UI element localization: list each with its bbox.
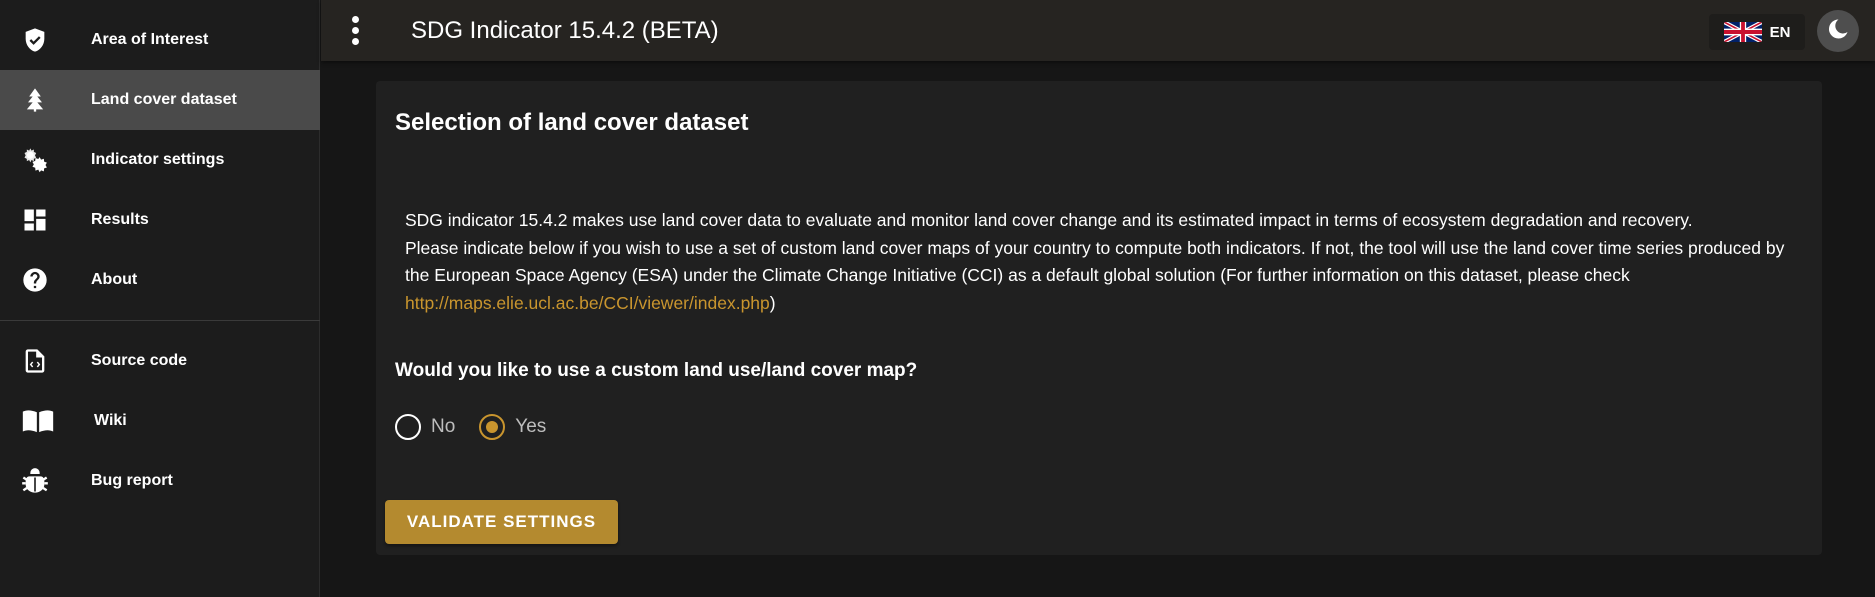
sidebar-item-area-of-interest[interactable]: Area of Interest: [0, 10, 320, 70]
radio-circle-checked[interactable]: [479, 414, 506, 440]
more-vert-icon: [351, 15, 359, 23]
app-title: SDG Indicator 15.4.2 (BETA): [411, 17, 719, 44]
sidebar-link-bug-report[interactable]: Bug report: [0, 451, 320, 511]
code-file-icon: [20, 346, 50, 376]
dashboard-icon: [20, 205, 50, 235]
bug-icon: [20, 466, 50, 496]
more-menu-button[interactable]: [339, 14, 371, 46]
validate-settings-label: VALIDATE SETTINGS: [406, 512, 597, 531]
sidebar-link-label: Source code: [91, 352, 188, 369]
sidebar-item-label: Land cover dataset: [91, 91, 237, 108]
gears-icon: [20, 145, 50, 175]
land-cover-selection-card: Selection of land cover dataset SDG indi…: [376, 81, 1822, 555]
radio-label: No: [431, 416, 456, 437]
cci-viewer-link[interactable]: http://maps.elie.ucl.ac.be/CCI/viewer/in…: [405, 293, 770, 313]
custom-map-question: Would you like to use a custom land use/…: [395, 360, 918, 381]
sidebar-item-label: Results: [91, 211, 149, 228]
app-bar: SDG Indicator 15.4.2 (BETA) EN: [321, 0, 1875, 61]
radio-label: Yes: [515, 416, 547, 437]
validate-settings-button[interactable]: VALIDATE SETTINGS: [385, 500, 618, 544]
more-vert-dot: [351, 37, 359, 45]
sidebar-item-label: Area of Interest: [91, 31, 209, 48]
sidebar-item-indicator-settings[interactable]: Indicator settings: [0, 130, 320, 190]
sidebar-item-about[interactable]: About: [0, 250, 320, 310]
shield-check-icon: [20, 25, 50, 55]
moon-icon: [1826, 17, 1850, 46]
book-icon: [20, 406, 56, 436]
description-line-1: SDG indicator 15.4.2 makes use land cove…: [405, 210, 1693, 230]
sidebar-item-land-cover-dataset[interactable]: Land cover dataset: [0, 70, 320, 130]
language-label: EN: [1769, 23, 1791, 41]
sidebar-divider: [0, 320, 320, 321]
description-text: Please indicate below if you wish to use…: [405, 237, 1785, 286]
language-selector-button[interactable]: EN: [1709, 14, 1805, 50]
help-circle-icon: [20, 265, 50, 295]
sidebar-item-label: About: [91, 271, 138, 288]
radio-circle-unchecked[interactable]: [395, 414, 421, 440]
sidebar-item-results[interactable]: Results: [0, 190, 320, 250]
sidebar: Area of Interest Land cover dataset Indi…: [0, 0, 320, 597]
sidebar-link-label: Wiki: [94, 412, 127, 429]
sidebar-item-label: Indicator settings: [91, 151, 225, 168]
sidebar-link-source-code[interactable]: Source code: [0, 331, 320, 391]
card-title: Selection of land cover dataset: [395, 109, 749, 136]
radio-no[interactable]: No: [395, 414, 455, 440]
uk-flag-icon: [1723, 22, 1762, 42]
description-line-2: Please indicate below if you wish to use…: [405, 235, 1805, 318]
custom-map-radio-group: No Yes: [395, 412, 570, 442]
description: SDG indicator 15.4.2 makes use land cove…: [405, 207, 1805, 317]
description-end: ): [769, 292, 776, 313]
tree-icon: [20, 85, 50, 115]
sidebar-link-wiki[interactable]: Wiki: [0, 391, 320, 451]
radio-yes[interactable]: Yes: [479, 414, 546, 440]
theme-toggle-button[interactable]: [1817, 10, 1859, 52]
more-vert-dot: [351, 26, 359, 34]
sidebar-link-label: Bug report: [91, 472, 173, 489]
